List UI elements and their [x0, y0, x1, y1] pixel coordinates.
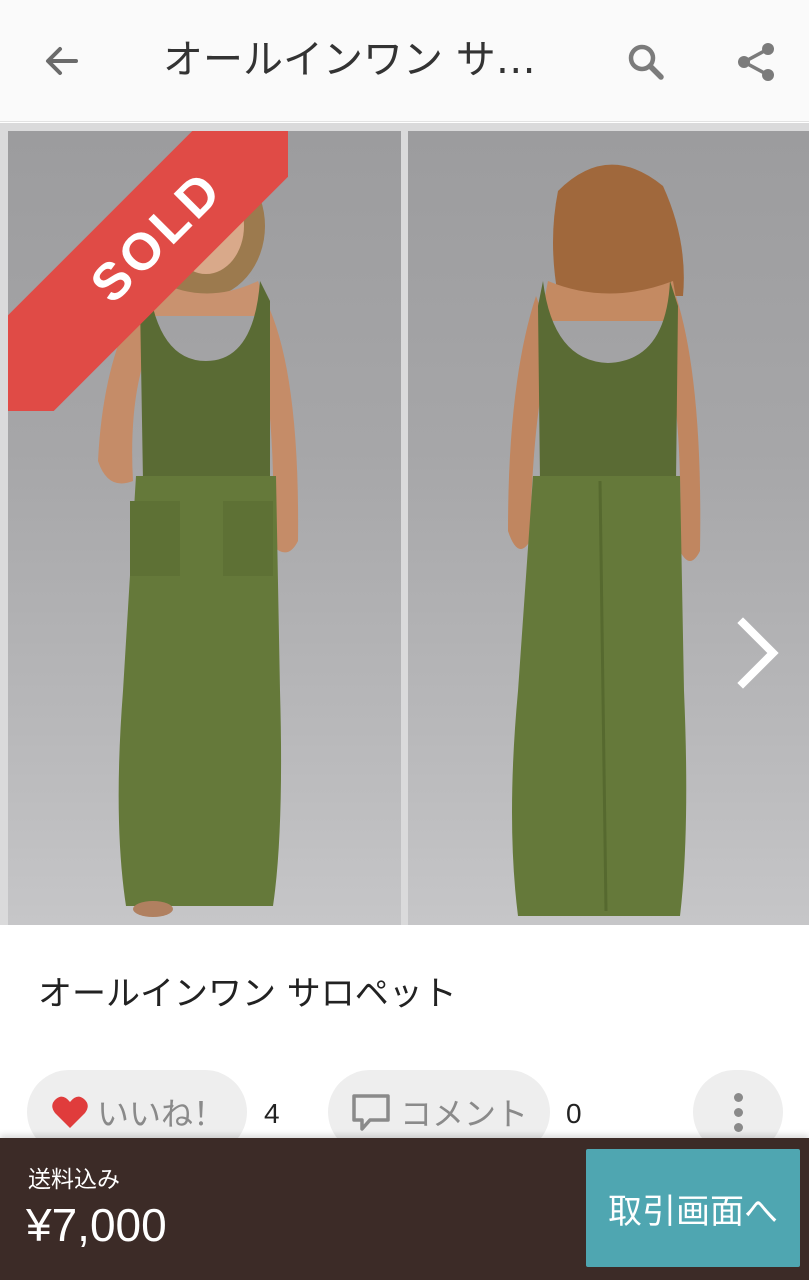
more-vertical-icon — [733, 1092, 743, 1132]
chevron-right-icon — [737, 617, 779, 689]
price: ¥7,000 — [26, 1199, 167, 1251]
search-button[interactable] — [620, 36, 672, 88]
share-button[interactable] — [730, 36, 782, 88]
trade-screen-button[interactable]: 取引画面へ — [586, 1149, 800, 1267]
page-title: オールインワン サ… — [163, 37, 536, 83]
product-photo-back — [408, 131, 809, 925]
share-icon — [738, 43, 774, 81]
comment-count: 0 — [566, 1098, 582, 1129]
like-count: 4 — [264, 1098, 280, 1129]
heart-icon — [52, 1096, 88, 1128]
next-image-button[interactable] — [728, 613, 788, 693]
shipping-label: 送料込み — [28, 1167, 120, 1193]
comment-icon — [352, 1094, 390, 1131]
top-app-bar: オールインワン サ… — [0, 0, 809, 122]
like-label: いいね！ — [97, 1095, 226, 1133]
arrow-left-icon — [46, 47, 78, 75]
search-icon — [628, 44, 664, 80]
image-gallery[interactable]: SOLD — [0, 123, 809, 925]
back-button[interactable] — [30, 33, 94, 89]
purchase-bar: 送料込み ¥7,000 取引画面へ — [0, 1138, 809, 1280]
product-title: オールインワン サロペット — [38, 974, 457, 1014]
product-photo-front: SOLD — [8, 131, 401, 925]
comment-label: コメント — [400, 1095, 529, 1133]
